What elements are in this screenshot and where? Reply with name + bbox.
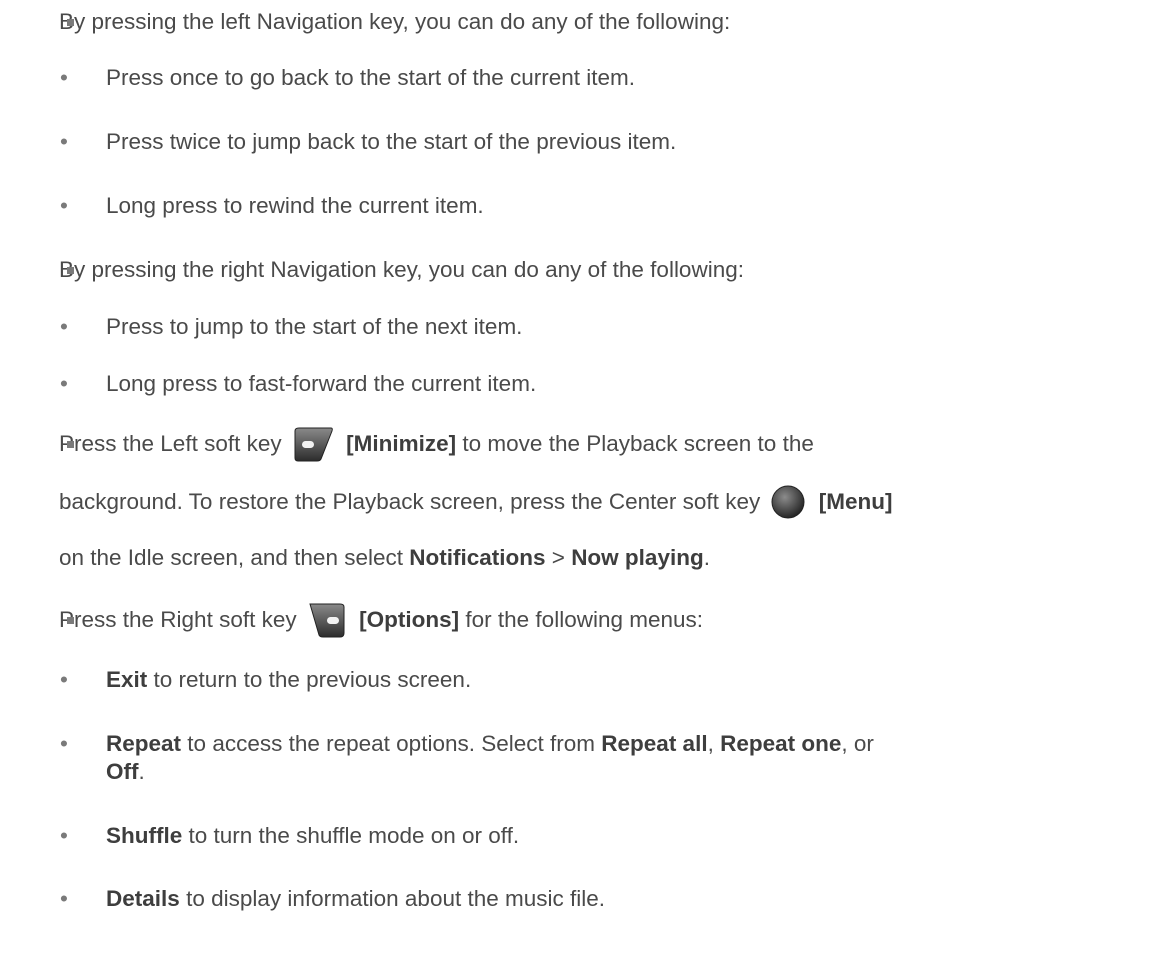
list-item: • Shuffle to turn the shuffle mode on or… [60,823,520,848]
list-item: • Details to display information about t… [60,886,606,911]
dot-bullet: • [60,65,68,90]
list-item-continuation: background. To restore the Playback scre… [59,485,892,519]
square-bullet [67,617,74,624]
dot-bullet: • [60,667,68,692]
dot-bullet: • [60,371,68,396]
list-item: • Long press to rewind the current item. [60,193,484,218]
dot-bullet: • [60,193,68,218]
left-soft-key-icon [294,427,333,462]
list-item: • Exit to return to the previous screen. [60,667,472,692]
list-item: • Press twice to jump back to the start … [60,129,677,154]
list-item-continuation: on the Idle screen, and then select Noti… [59,545,710,570]
list-item: • Press once to go back to the start of … [60,65,636,90]
list-item: • Press to jump to the start of the next… [60,314,523,339]
center-soft-key-icon [771,485,805,519]
list-item: • Long press to fast-forward the current… [60,371,537,396]
dot-bullet: • [60,886,68,911]
square-bullet [67,19,74,26]
list-item: Press the Left soft key [Minimize] to mo… [59,427,814,462]
list-item: By pressing the left Navigation key, you… [59,9,731,34]
dot-bullet: • [60,314,68,339]
list-item-continuation: Off. [106,759,145,784]
dot-bullet: • [60,731,68,756]
list-item: By pressing the right Navigation key, yo… [59,257,744,282]
dot-bullet: • [60,129,68,154]
square-bullet [67,441,74,448]
document-page: By pressing the left Navigation key, you… [0,0,1151,953]
list-item: • Repeat to access the repeat options. S… [60,731,874,756]
dot-bullet: • [60,823,68,848]
square-bullet [67,267,74,274]
right-soft-key-icon [309,603,345,638]
list-item: Press the Right soft key [Options] for t… [59,603,703,638]
